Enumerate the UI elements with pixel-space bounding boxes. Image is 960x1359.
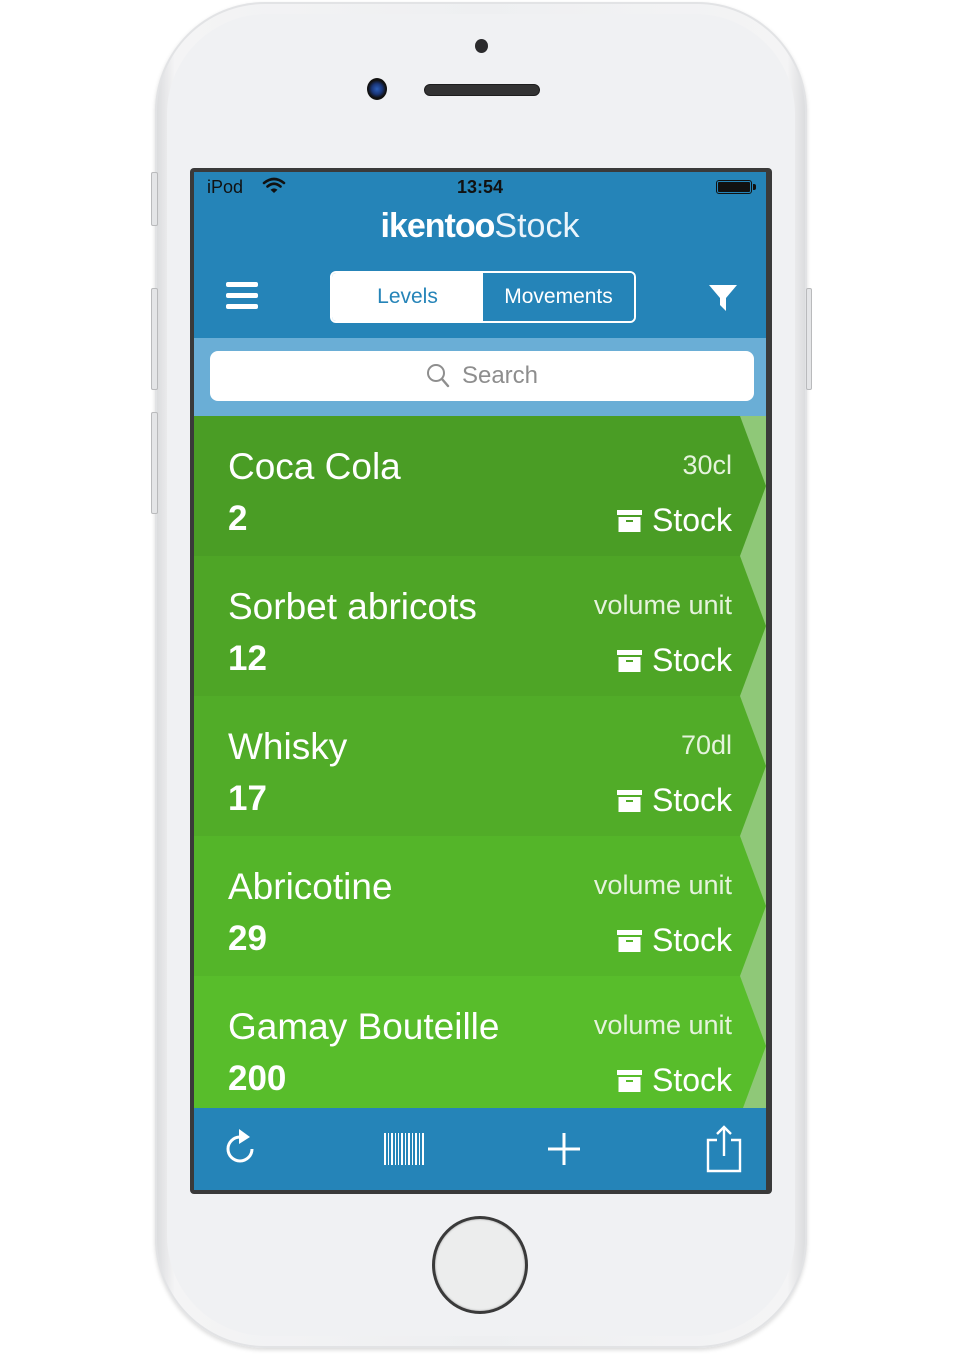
front-camera xyxy=(367,78,387,100)
search-icon xyxy=(426,364,450,388)
storage-box-icon xyxy=(616,1069,642,1092)
item-name: Gamay Bouteille xyxy=(228,1006,500,1047)
view-segmented-control: Levels Movements xyxy=(330,271,636,323)
volume-down-button xyxy=(151,412,158,514)
item-location-label: Stock xyxy=(651,782,732,818)
item-location-label: Stock xyxy=(651,1062,732,1098)
app-logo: ikentooStock xyxy=(194,206,766,246)
item-location: Stock xyxy=(616,642,732,679)
item-location-label: Stock xyxy=(651,642,732,678)
barcode-icon xyxy=(384,1133,424,1165)
item-location-label: Stock xyxy=(651,502,732,538)
plus-icon xyxy=(548,1133,580,1165)
app-screen: iPod 13:54 ikentooStock Levels Movements xyxy=(194,172,766,1190)
item-quantity: 2 xyxy=(228,499,248,538)
tab-movements[interactable]: Movements xyxy=(483,273,634,321)
storage-box-icon xyxy=(616,789,642,812)
stock-item-row[interactable]: Whisky 17 70dl Stock xyxy=(194,696,766,836)
hamburger-menu-icon[interactable] xyxy=(226,282,258,310)
item-unit: volume unit xyxy=(593,870,732,900)
storage-box-icon xyxy=(616,649,642,672)
stock-item-list[interactable]: Coca Cola 2 30cl Stock Sorbet abricots 12 volu… xyxy=(194,416,766,1108)
item-unit: 70dl xyxy=(680,730,732,760)
item-unit: 30cl xyxy=(682,450,732,480)
item-location: Stock xyxy=(616,782,732,819)
search-bar-container: Search xyxy=(194,338,766,416)
clock: 13:54 xyxy=(456,177,504,197)
share-icon xyxy=(706,1125,742,1173)
share-button[interactable] xyxy=(700,1124,748,1174)
search-placeholder: Search xyxy=(461,362,539,389)
status-bar: iPod 13:54 xyxy=(194,172,766,202)
item-name: Coca Cola xyxy=(228,446,401,487)
scan-barcode-button[interactable] xyxy=(380,1124,428,1174)
filter-funnel-icon[interactable] xyxy=(708,283,738,313)
stock-item-row[interactable]: Sorbet abricots 12 volume unit Stock xyxy=(194,556,766,696)
item-name: Whisky xyxy=(228,726,348,767)
logo-brand: ikentoo xyxy=(380,207,496,245)
storage-box-icon xyxy=(616,929,642,952)
add-item-button[interactable] xyxy=(540,1124,588,1174)
refresh-icon xyxy=(226,1129,254,1163)
logo-product: Stock xyxy=(494,207,580,245)
proximity-sensor xyxy=(475,39,488,53)
refresh-button[interactable] xyxy=(218,1124,266,1174)
item-quantity: 200 xyxy=(228,1059,287,1098)
stock-item-row[interactable]: Gamay Bouteille 200 volume unit Stock xyxy=(194,976,766,1108)
item-quantity: 29 xyxy=(228,919,267,958)
item-quantity: 12 xyxy=(228,639,267,678)
item-name: Sorbet abricots xyxy=(228,586,477,627)
item-location: Stock xyxy=(616,502,732,539)
home-button[interactable] xyxy=(432,1216,528,1314)
volume-up-button xyxy=(151,288,158,390)
item-unit: volume unit xyxy=(593,590,732,620)
item-quantity: 17 xyxy=(228,779,267,818)
item-name: Abricotine xyxy=(228,866,393,907)
bottom-toolbar xyxy=(194,1108,766,1190)
mute-switch xyxy=(151,172,158,226)
stock-item-row[interactable]: Coca Cola 2 30cl Stock xyxy=(194,416,766,556)
search-input[interactable]: Search xyxy=(210,351,754,401)
tab-levels[interactable]: Levels xyxy=(332,273,483,321)
power-button xyxy=(806,288,812,390)
storage-box-icon xyxy=(616,509,642,532)
earpiece-speaker xyxy=(424,84,540,96)
item-location: Stock xyxy=(616,1062,732,1099)
item-location: Stock xyxy=(616,922,732,959)
item-location-label: Stock xyxy=(651,922,732,958)
stock-item-row[interactable]: Abricotine 29 volume unit Stock xyxy=(194,836,766,976)
item-unit: volume unit xyxy=(593,1010,732,1040)
battery-full-icon xyxy=(716,180,756,194)
